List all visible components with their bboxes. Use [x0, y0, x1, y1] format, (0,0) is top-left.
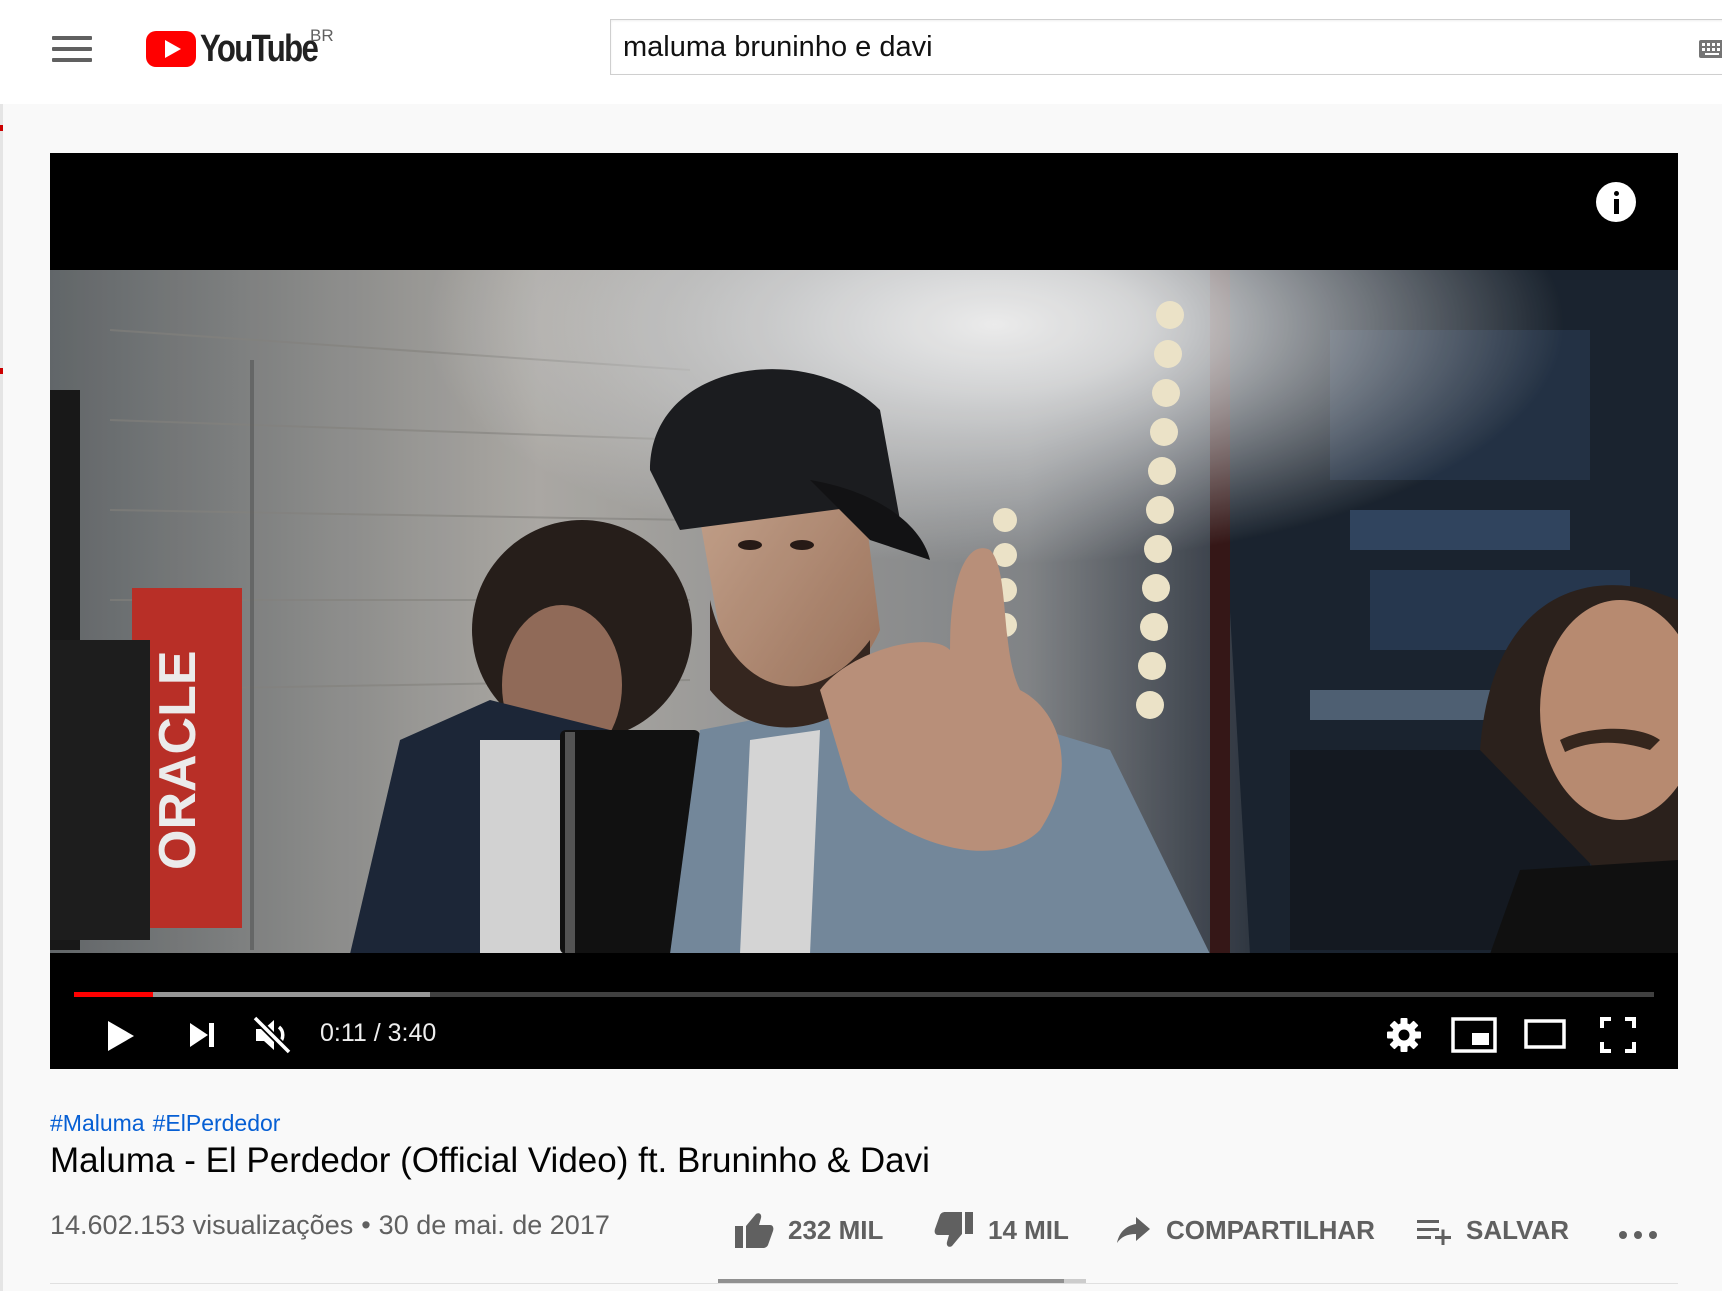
like-count: 232 MIL [788, 1214, 884, 1245]
masthead: YouTube BR [0, 0, 1722, 104]
share-label: COMPARTILHAR [1166, 1214, 1375, 1245]
like-button[interactable]: 232 MIL [734, 1208, 883, 1252]
view-count: 14.602.153 visualizações [50, 1210, 354, 1240]
theater-mode-icon[interactable] [1524, 1019, 1566, 1049]
left-edge [0, 0, 3, 1291]
time-display: 0:11 / 3:40 [320, 1019, 437, 1047]
video-stats: 14.602.153 visualizações • 30 de mai. de 2… [50, 1210, 610, 1241]
settings-gear-icon[interactable] [1386, 1017, 1422, 1053]
more-actions-icon[interactable] [1618, 1230, 1658, 1240]
dislike-count: 14 MIL [988, 1214, 1069, 1245]
left-edge-mark [0, 125, 3, 131]
progress-played [74, 992, 153, 997]
hashtags: #Maluma #ElPerdedor [50, 1110, 288, 1137]
video-player[interactable]: ORACLE 0:11 / 3:40 [50, 153, 1678, 1069]
search-input[interactable] [623, 28, 1673, 66]
keyboard-icon[interactable] [1699, 40, 1722, 58]
left-edge-mark [0, 368, 3, 374]
region-code: BR [310, 26, 334, 45]
thumbs-up-icon [735, 1213, 774, 1248]
divider [50, 1283, 1678, 1284]
save-label: SALVAR [1466, 1214, 1570, 1245]
stats-separator: • [361, 1210, 371, 1240]
thumbs-down-icon [934, 1212, 973, 1247]
muted-volume-icon[interactable] [252, 1015, 292, 1055]
logo-wordmark: YouTube [200, 27, 319, 70]
info-icon[interactable] [1596, 182, 1636, 222]
share-button[interactable]: COMPARTILHAR [1116, 1208, 1375, 1252]
search-box [610, 19, 1722, 75]
play-icon[interactable] [106, 1019, 136, 1053]
save-button[interactable]: SALVAR [1416, 1208, 1569, 1252]
share-arrow-icon [1117, 1217, 1150, 1243]
fullscreen-icon[interactable] [1600, 1017, 1636, 1053]
miniplayer-icon[interactable] [1451, 1017, 1497, 1053]
publish-date: 30 de mai. de 2017 [378, 1210, 610, 1240]
hashtag-link[interactable]: #ElPerdedor [153, 1110, 281, 1136]
next-icon[interactable] [188, 1021, 216, 1049]
youtube-play-logo-icon [146, 31, 196, 67]
progress-bar[interactable] [74, 992, 1654, 997]
menu-icon[interactable] [52, 36, 92, 64]
video-frame[interactable]: ORACLE [50, 270, 1678, 954]
playlist-add-icon [1417, 1220, 1451, 1245]
dislike-button[interactable]: 14 MIL [934, 1208, 1069, 1252]
hashtag-link[interactable]: #Maluma [50, 1110, 145, 1136]
video-title: Maluma - El Perdedor (Official Video) ft… [50, 1141, 930, 1180]
player-controls-bar [50, 953, 1678, 1069]
